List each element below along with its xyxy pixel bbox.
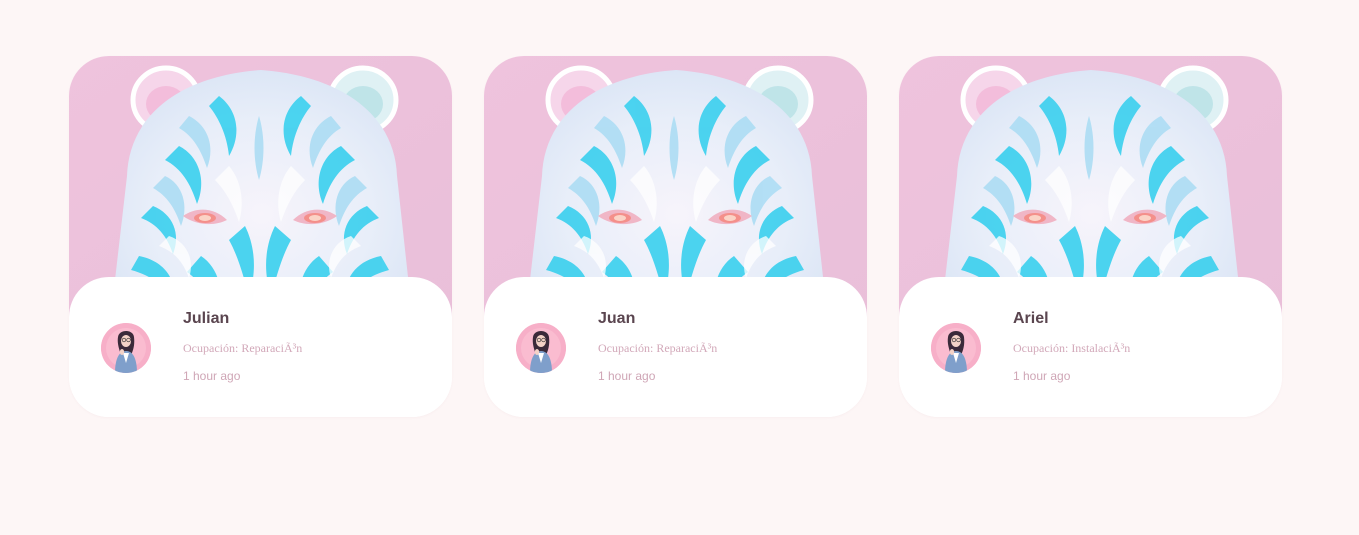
card-name: Julian (183, 310, 230, 327)
profile-card[interactable]: Julian Ocupación: ReparaciÃ³n 1 hour ago (69, 56, 452, 417)
card-info: Ariel Ocupación: InstalaciÃ³n 1 hour ago (899, 277, 1282, 417)
profile-card[interactable]: Juan Ocupación: ReparaciÃ³n 1 hour ago (484, 56, 867, 417)
card-name: Ariel (1013, 310, 1049, 327)
card-timestamp: 1 hour ago (598, 369, 656, 383)
avatar[interactable] (516, 323, 566, 373)
card-occupation: Ocupación: ReparaciÃ³n (598, 341, 718, 355)
card-name: Juan (598, 310, 636, 327)
avatar[interactable] (101, 323, 151, 373)
card-info: Julian Ocupación: ReparaciÃ³n 1 hour ago (69, 277, 452, 417)
card-timestamp: 1 hour ago (1013, 369, 1071, 383)
card-timestamp: 1 hour ago (183, 369, 241, 383)
profile-card[interactable]: Ariel Ocupación: InstalaciÃ³n 1 hour ago (899, 56, 1282, 417)
card-occupation: Ocupación: ReparaciÃ³n (183, 341, 303, 355)
avatar[interactable] (931, 323, 981, 373)
card-info: Juan Ocupación: ReparaciÃ³n 1 hour ago (484, 277, 867, 417)
card-occupation: Ocupación: InstalaciÃ³n (1013, 341, 1131, 355)
cards-container: Julian Ocupación: ReparaciÃ³n 1 hour ago… (69, 56, 1282, 417)
